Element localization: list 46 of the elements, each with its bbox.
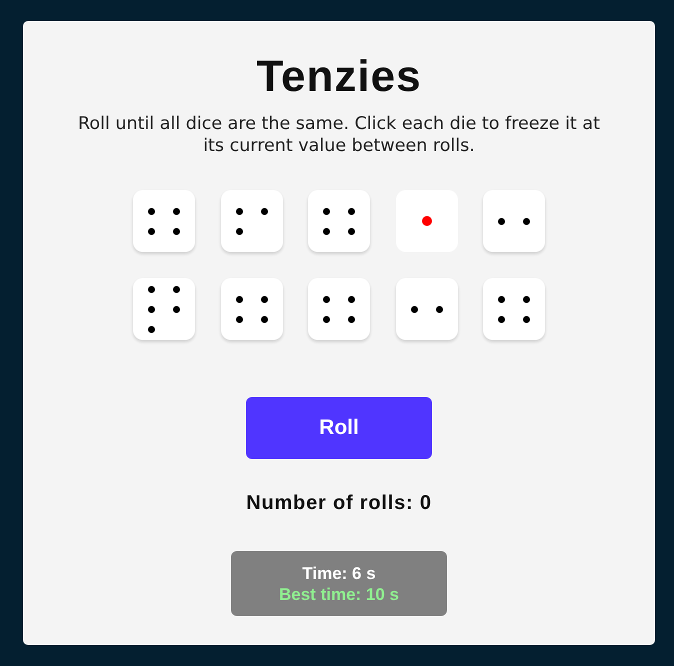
pip-icon <box>523 316 530 322</box>
pip-icon <box>498 296 505 302</box>
pip-icon <box>173 208 180 214</box>
pip-icon <box>436 306 442 312</box>
die-button[interactable] <box>220 190 282 252</box>
pip-icon <box>422 216 432 226</box>
pip-icon <box>236 228 242 234</box>
pip-icon <box>236 316 242 322</box>
pip-icon <box>173 286 180 292</box>
pip-icon <box>236 208 242 214</box>
pip-icon <box>523 218 530 224</box>
pip-icon <box>523 296 530 302</box>
die-button[interactable] <box>483 278 545 340</box>
game-title: Tenzies <box>256 51 422 103</box>
pip-icon <box>348 228 355 234</box>
pip-icon <box>148 326 155 332</box>
die-button[interactable] <box>133 190 195 252</box>
pip-icon <box>410 306 418 312</box>
pip-icon <box>323 208 330 214</box>
pip-icon <box>260 208 268 214</box>
die-button[interactable] <box>308 278 370 340</box>
pip-icon <box>260 316 268 322</box>
pip-icon <box>323 316 330 322</box>
pip-icon <box>173 228 180 234</box>
pip-icon <box>260 296 268 302</box>
pip-icon <box>348 296 355 302</box>
time-text: Time: 6 s <box>302 562 376 584</box>
instructions-text: Roll until all dice are the same. Click each die to freeze it at its current value between rolls. <box>77 113 601 157</box>
pip-icon <box>323 228 330 234</box>
roll-button[interactable]: Roll <box>246 397 432 459</box>
pip-icon <box>148 208 155 214</box>
pip-icon <box>323 296 330 302</box>
pip-icon <box>148 286 155 292</box>
die-button[interactable] <box>220 278 282 340</box>
pip-icon <box>348 316 355 322</box>
pip-icon <box>348 208 355 214</box>
die-button[interactable] <box>133 278 195 340</box>
pip-icon <box>148 306 155 312</box>
pip-icon <box>236 296 242 302</box>
pip-icon <box>148 228 155 234</box>
pip-icon <box>498 218 505 224</box>
best-time-text: Best time: 10 s <box>279 584 399 604</box>
roll-count-text: Number of rolls: 0 <box>246 492 432 515</box>
pip-icon <box>173 306 180 312</box>
pip-icon <box>498 316 505 322</box>
die-button[interactable] <box>308 190 370 252</box>
